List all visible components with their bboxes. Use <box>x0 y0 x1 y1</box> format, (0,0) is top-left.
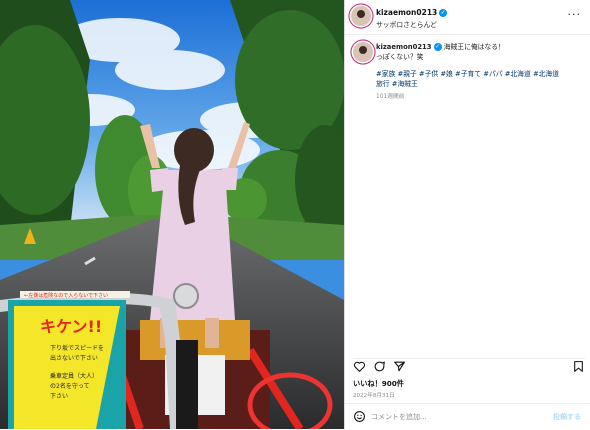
caption-username[interactable]: kizaemon0213 <box>376 43 432 51</box>
location-link[interactable]: サッポロさとらんど <box>376 19 437 29</box>
caption-text: 海賊王に俺はなる！ <box>443 43 505 51</box>
time-ago: 101週間前 <box>376 94 405 100</box>
post-date: 2022年8月31日 <box>353 393 395 399</box>
sign-line-3: 乗車定員（大人） <box>50 372 98 380</box>
share-icon[interactable] <box>393 360 406 373</box>
warning-strip-text: ←左側は危険なので入らないで下さい <box>24 292 108 299</box>
more-icon[interactable]: ··· <box>568 9 582 20</box>
sign-line-5: 下さい <box>50 393 68 400</box>
sign-line-1: 下り坂でスピードを <box>50 344 104 352</box>
comment-bar: コメントを追加... 投稿する <box>345 403 590 430</box>
like-count[interactable]: いいね！900件 <box>353 379 404 389</box>
photo-illustration: ←左側は危険なので入らないで下さい キケン!! 下り坂でスピードを 出さないで下… <box>0 0 344 429</box>
comment-input[interactable]: コメントを追加... <box>371 412 427 422</box>
username-text[interactable]: kizaemon0213 <box>376 8 437 17</box>
action-bar <box>353 358 585 375</box>
caption: kizaemon0213 ✓ 海賊王に俺はなる！ っぽくない？笑 <box>376 42 576 62</box>
post-side-panel: kizaemon0213 ✓ サッポロさとらんど ··· kizaemon0213… <box>344 0 590 429</box>
sign-line-4: の2名を守って <box>50 382 90 390</box>
post-comment-button[interactable]: 投稿する <box>553 412 581 422</box>
warning-sign: キケン!! 下り坂でスピードを 出さないで下さい 乗車定員（大人） の2名を守っ… <box>8 300 126 429</box>
caption-avatar[interactable] <box>353 42 373 62</box>
sign-title: キケン!! <box>40 317 102 336</box>
verified-icon: ✓ <box>439 9 448 17</box>
post-header: kizaemon0213 ✓ サッポロさとらんど ··· <box>345 0 590 35</box>
sign-line-2: 出さないで下さい <box>50 354 98 362</box>
instagram-post: ←左側は危険なので入らないで下さい キケン!! 下り坂でスピードを 出さないで下… <box>0 0 590 429</box>
heart-icon[interactable] <box>353 360 366 373</box>
emoji-icon[interactable] <box>353 410 366 423</box>
hashtags[interactable]: #家族 #親子 #子供 #娘 #子育て #パパ #北海道 #北海道旅行 #海賊王 <box>376 69 562 89</box>
caption-verified-icon: ✓ <box>433 43 442 51</box>
caption-line-2: っぽくない？笑 <box>376 53 424 61</box>
header-username[interactable]: kizaemon0213 ✓ <box>376 8 448 17</box>
avatar[interactable] <box>351 6 371 26</box>
comment-icon[interactable] <box>373 360 386 373</box>
bookmark-icon[interactable] <box>572 360 585 373</box>
post-photo[interactable]: ←左側は危険なので入らないで下さい キケン!! 下り坂でスピードを 出さないで下… <box>0 0 344 429</box>
